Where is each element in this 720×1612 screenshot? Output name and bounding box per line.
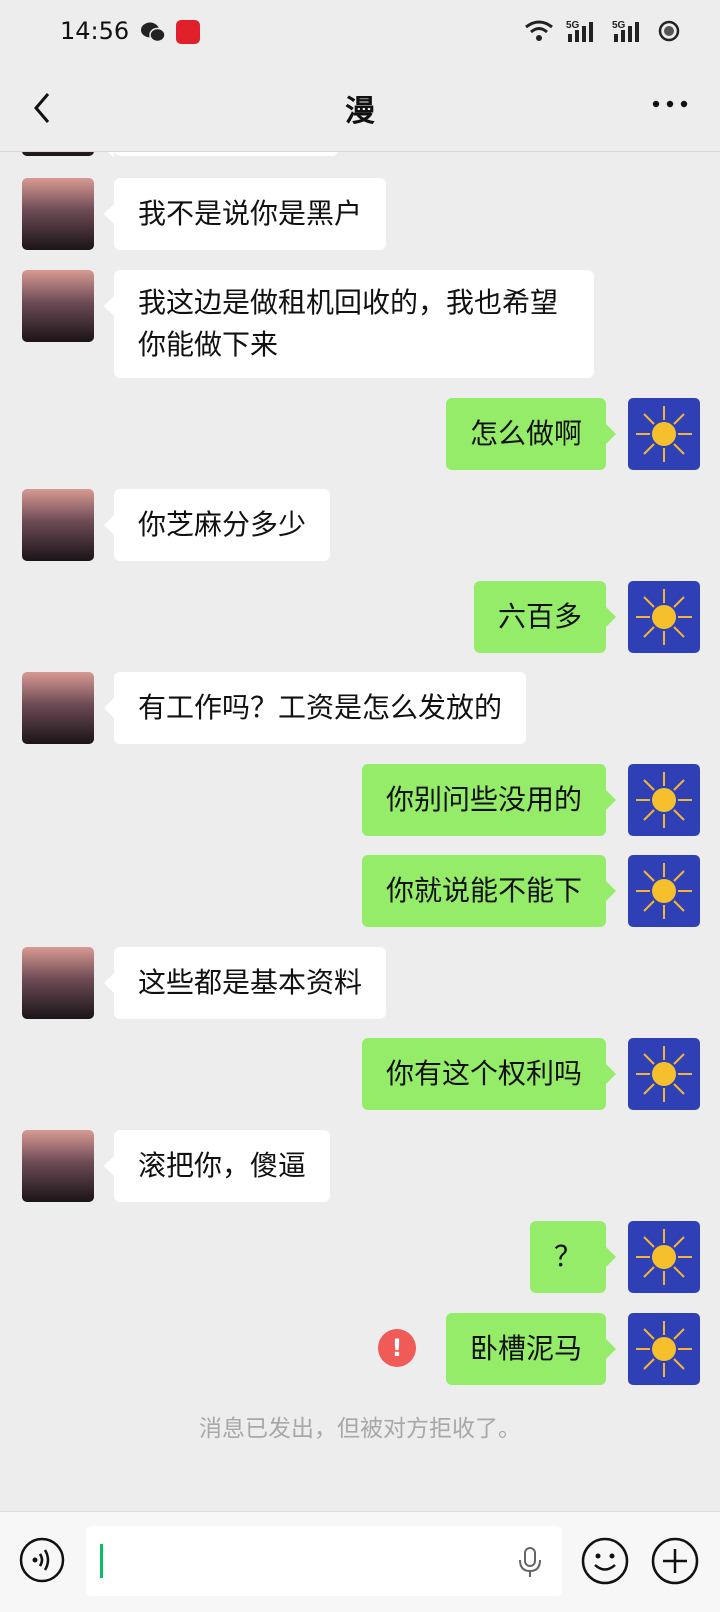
own-avatar[interactable] (628, 581, 700, 653)
sun-avatar-icon (636, 772, 692, 828)
battery-icon (658, 20, 680, 42)
own-avatar[interactable] (628, 1221, 700, 1293)
signal-icon: 5G (566, 20, 593, 42)
status-indicators: 5G 5G (524, 18, 680, 44)
peer-avatar[interactable] (22, 672, 94, 744)
message-bubble[interactable]: 有工作吗？工资是怎么发放的 (103, 672, 527, 744)
message-list[interactable]: 我不是说你是黑户 我这边是做租机回收的，我也希望你能做下来 怎么做啊 你芝麻分多… (0, 152, 720, 1512)
chat-header: 漫 (0, 64, 720, 152)
message-bubble[interactable]: 我不是说你是黑户 (103, 178, 387, 250)
message-bubble[interactable]: 怎么做啊 (445, 398, 617, 470)
signal-icon-2: 5G (612, 20, 639, 42)
sun-avatar-icon (636, 1046, 692, 1102)
message-bubble[interactable]: 六百多 (473, 581, 617, 653)
more-dots-icon[interactable] (650, 94, 690, 114)
message-bubble[interactable]: 卧槽泥马 (445, 1313, 617, 1385)
message-bubble-partial[interactable] (104, 152, 338, 158)
chat-title: 漫 (345, 94, 375, 129)
peer-avatar[interactable] (22, 489, 94, 561)
message-input[interactable] (86, 1526, 562, 1596)
peer-avatar[interactable] (22, 178, 94, 250)
own-avatar[interactable] (628, 398, 700, 470)
signal-label-2: 5G (612, 20, 626, 31)
own-avatar[interactable] (628, 764, 700, 836)
voice-icon[interactable] (18, 1536, 66, 1584)
sun-avatar-icon (636, 1321, 692, 1377)
message-bubble[interactable]: ？ (529, 1221, 617, 1293)
sun-avatar-icon (636, 406, 692, 462)
status-time: 14:56 (60, 17, 130, 45)
rejected-notice: 消息已发出，但被对方拒收了。 (199, 1416, 521, 1442)
wechat-notification-icon (141, 22, 166, 43)
send-failed-icon[interactable]: ! (378, 1329, 416, 1367)
peer-avatar[interactable] (22, 152, 94, 156)
sun-avatar-icon (636, 863, 692, 919)
own-avatar[interactable] (628, 855, 700, 927)
own-avatar[interactable] (628, 1313, 700, 1385)
message-bubble[interactable]: 你芝麻分多少 (103, 489, 331, 561)
message-bubble[interactable]: 我这边是做租机回收的，我也希望你能做下来 (104, 270, 594, 378)
app-notification-icon (176, 20, 200, 44)
peer-avatar[interactable] (22, 270, 94, 342)
wifi-icon (525, 20, 553, 41)
sun-avatar-icon (636, 1229, 692, 1285)
mic-icon[interactable] (516, 1546, 544, 1578)
message-bubble[interactable]: 这些都是基本资料 (103, 947, 387, 1019)
sun-avatar-icon (636, 589, 692, 645)
text-caret (100, 1544, 103, 1578)
input-bar (0, 1511, 720, 1612)
message-bubble[interactable]: 你就说能不能下 (361, 855, 617, 927)
plus-icon[interactable] (650, 1536, 700, 1586)
emoji-icon[interactable] (580, 1536, 630, 1586)
peer-avatar[interactable] (22, 1130, 94, 1202)
message-bubble[interactable]: 滚把你，傻逼 (103, 1130, 331, 1202)
signal-label-1: 5G (566, 20, 580, 31)
status-bar: 14:56 5G 5G (0, 0, 720, 64)
peer-avatar[interactable] (22, 947, 94, 1019)
own-avatar[interactable] (628, 1038, 700, 1110)
message-bubble[interactable]: 你别问些没用的 (361, 764, 617, 836)
message-bubble[interactable]: 你有这个权利吗 (361, 1038, 617, 1110)
